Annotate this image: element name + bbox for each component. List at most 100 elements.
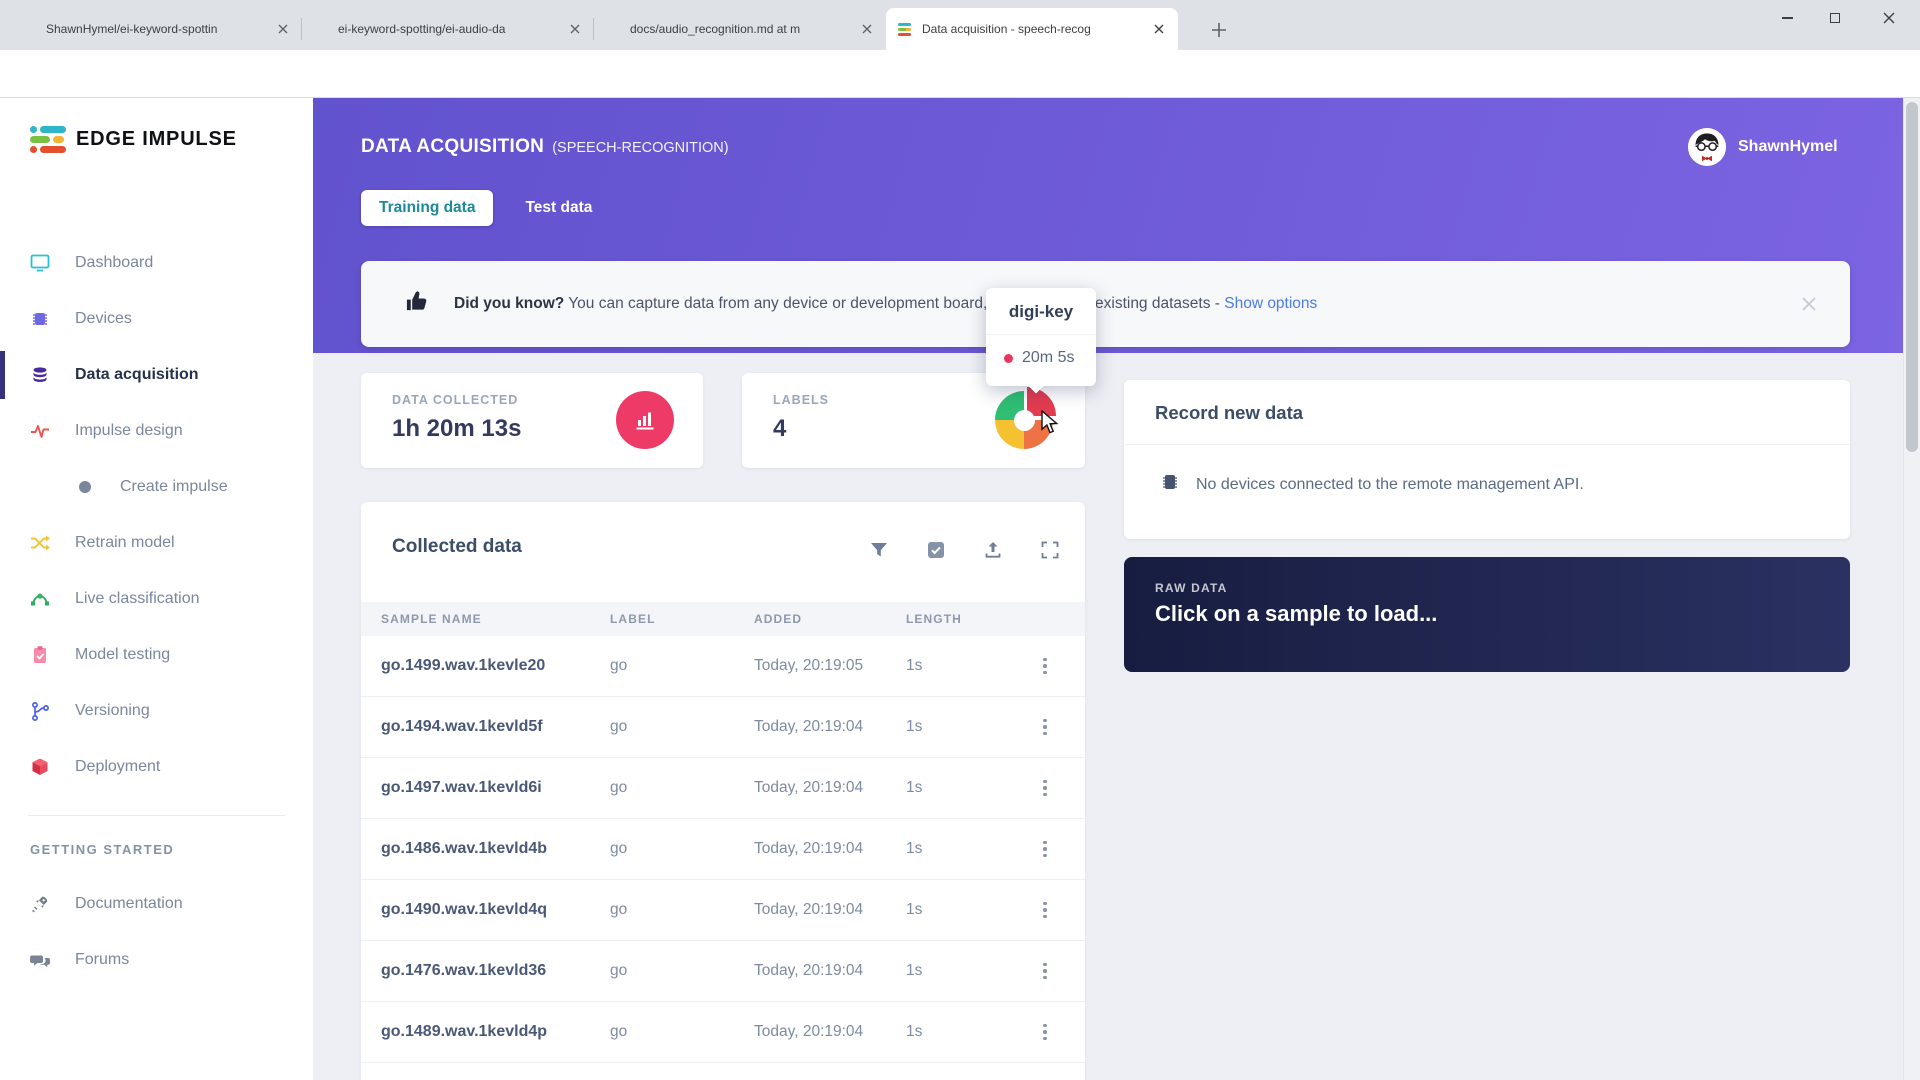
page-title-row: DATA ACQUISITION (SPEECH-RECOGNITION) [361,136,729,158]
sidebar-item-model-testing[interactable]: Model testing [0,627,313,683]
sample-added: Today, 20:19:04 [754,962,906,980]
sidebar-item-data-acquisition[interactable]: Data acquisition [0,347,313,403]
sample-label: go [610,718,754,736]
sample-name[interactable]: go.1476.wav.1kevld36 [381,962,610,980]
tab-close-icon[interactable] [274,20,292,38]
sidebar-item-impulse-design[interactable]: Impulse design [0,403,313,459]
sample-name[interactable]: go.1489.wav.1kevld4p [381,1023,610,1041]
tooltip-value: 20m 5s [1022,349,1074,367]
divider [1124,444,1850,445]
sample-added: Today, 20:19:04 [754,1023,906,1041]
sample-length: 1s [906,840,1033,858]
monitor-icon [29,252,51,274]
window-maximize-button[interactable] [1812,0,1858,36]
sidebar-item-live-classification[interactable]: Live classification [0,571,313,627]
sidebar-item-retrain-model[interactable]: Retrain model [0,515,313,571]
user-avatar[interactable] [1688,128,1726,166]
tab-close-icon[interactable] [566,20,584,38]
tab-close-icon[interactable] [1150,20,1168,38]
edge-impulse-favicon [898,21,914,37]
banner-close-icon[interactable] [1796,291,1822,317]
table-row[interactable]: go.1489.wav.1kevld4p go Today, 20:19:04 … [361,1002,1085,1063]
sidebar-item-deployment[interactable]: Deployment [0,739,313,795]
table-header-row: SAMPLE NAME LABEL ADDED LENGTH [361,602,1085,636]
row-menu-icon[interactable] [1033,902,1057,919]
table-row[interactable]: go.1476.wav.1kevld36 go Today, 20:19:04 … [361,941,1085,1002]
sample-length: 1s [906,718,1033,736]
database-icon [29,364,51,386]
expand-icon[interactable] [1040,540,1060,560]
edge-impulse-logo[interactable]: EDGE IMPULSE [30,126,237,153]
user-box[interactable]: ShawnHymel [1688,128,1838,166]
row-menu-icon[interactable] [1033,719,1057,736]
rocket-icon [29,893,51,915]
row-menu-icon[interactable] [1033,658,1057,675]
sample-name[interactable]: go.1499.wav.1kevle20 [381,657,610,675]
sidebar-item-create-impulse[interactable]: Create impulse [0,459,313,515]
browser-toolbar: studio.edgeimpulse.com/studio/9520/acqui… [0,50,1920,98]
user-name: ShawnHymel [1738,138,1838,156]
sample-label: go [610,1023,754,1041]
row-menu-icon[interactable] [1033,841,1057,858]
table-row[interactable]: go.1490.wav.1kevld4q go Today, 20:19:04 … [361,880,1085,941]
sample-label: go [610,657,754,675]
collected-data-title: Collected data [392,536,522,558]
sample-length: 1s [906,657,1033,675]
browser-tab-1[interactable]: ShawnHymel/ei-keyword-spottin [10,8,302,50]
red-dot-icon [1004,354,1013,363]
window-close-button[interactable] [1866,0,1912,36]
labels-label: LABELS [773,393,829,407]
sidebar-item-forums[interactable]: Forums [0,932,313,988]
sample-label: go [610,962,754,980]
page-scrollbar[interactable] [1903,98,1920,1080]
table-row[interactable]: go.1497.wav.1kevld6i go Today, 20:19:04 … [361,758,1085,819]
filter-icon[interactable] [869,540,889,560]
window-minimize-button[interactable] [1764,0,1810,36]
no-devices-row: No devices connected to the remote manag… [1161,472,1850,497]
sidebar-nav: Dashboard Devices Data acquisition [0,235,313,795]
sidebar-item-devices[interactable]: Devices [0,291,313,347]
row-menu-icon[interactable] [1033,780,1057,797]
new-tab-button[interactable] [1205,16,1233,44]
sidebar-item-versioning[interactable]: Versioning [0,683,313,739]
sidebar-item-dashboard[interactable]: Dashboard [0,235,313,291]
sidebar-nav-secondary: Documentation Forums [0,876,313,988]
sample-added: Today, 20:19:04 [754,840,906,858]
sample-length: 1s [906,1023,1033,1041]
browser-tab-active[interactable]: Data acquisition - speech-recog [886,8,1178,50]
row-menu-icon[interactable] [1033,963,1057,980]
github-icon [606,21,622,37]
tab-close-icon[interactable] [858,20,876,38]
tab-test-data[interactable]: Test data [507,190,610,226]
browser-tab-3[interactable]: docs/audio_recognition.md at m [594,8,886,50]
sample-label: go [610,779,754,797]
data-tabs: Training data Test data [361,190,610,226]
table-row[interactable]: go.1499.wav.1kevle20 go Today, 20:19:05 … [361,636,1085,697]
table-row[interactable]: go.1494.wav.1kevld5f go Today, 20:19:04 … [361,697,1085,758]
sample-name[interactable]: go.1490.wav.1kevld4q [381,901,610,919]
select-checkbox-icon[interactable] [926,540,946,560]
sample-added: Today, 20:19:04 [754,779,906,797]
tab-strip: ShawnHymel/ei-keyword-spottin ei-keyword… [10,8,1178,50]
browser-tab-2[interactable]: ei-keyword-spotting/ei-audio-da [302,8,594,50]
page: EDGE IMPULSE Dashboard Devices [0,98,1920,1080]
sample-name[interactable]: go.1494.wav.1kevld5f [381,718,610,736]
sample-label: go [610,901,754,919]
upload-icon[interactable] [983,540,1003,560]
sidebar-item-documentation[interactable]: Documentation [0,876,313,932]
scrollbar-thumb[interactable] [1906,102,1918,452]
sample-name[interactable]: go.1486.wav.1kevld4b [381,840,610,858]
sample-name[interactable]: go.1497.wav.1kevld6i [381,779,610,797]
browser-titlebar: ShawnHymel/ei-keyword-spottin ei-keyword… [0,0,1920,50]
collected-data-header: Collected data [361,502,1085,602]
table-row[interactable]: go.1486.wav.1kevld4b go Today, 20:19:04 … [361,819,1085,880]
tab-training-data[interactable]: Training data [361,190,493,226]
show-options-link[interactable]: Show options [1224,295,1317,312]
row-menu-icon[interactable] [1033,1024,1057,1041]
data-collected-card: DATA COLLECTED 1h 20m 13s [361,373,703,468]
col-added: ADDED [754,612,906,626]
table-toolbar [869,540,1060,560]
sample-label: go [610,840,754,858]
col-length: LENGTH [906,612,1033,626]
tooltip-title: digi-key [986,302,1096,322]
